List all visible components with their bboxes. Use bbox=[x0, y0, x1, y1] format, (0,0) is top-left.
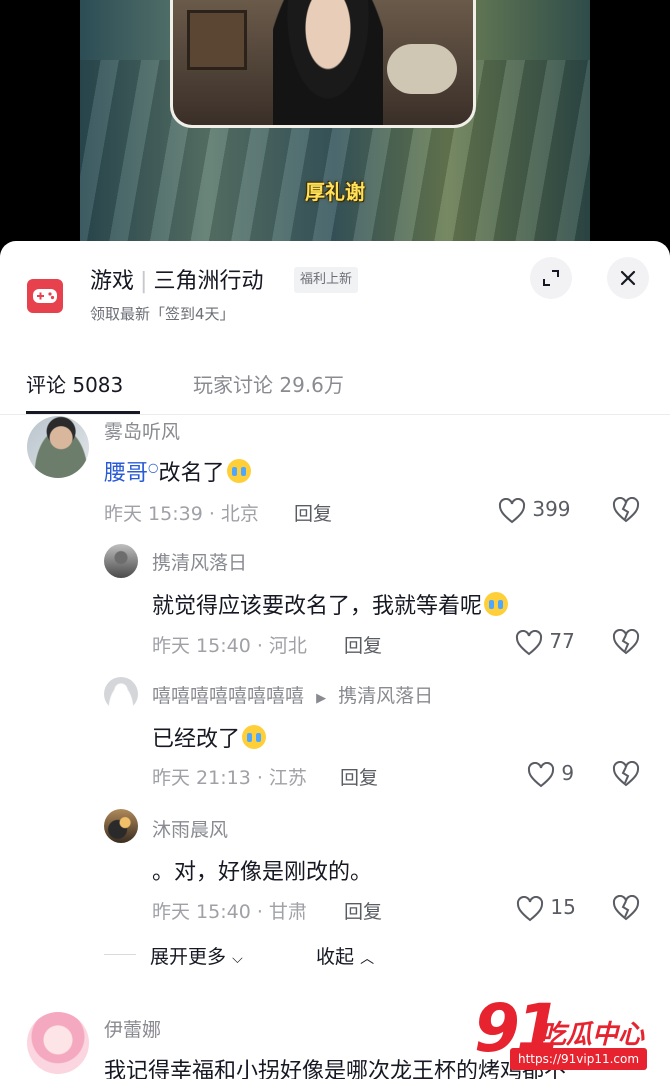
close-button[interactable] bbox=[607, 257, 649, 299]
reply-username[interactable]: 沐雨晨风 bbox=[152, 815, 228, 842]
collapse-label: 收起 bbox=[316, 946, 355, 968]
tab-comments[interactable]: 评论 5083 bbox=[26, 369, 123, 398]
comment-meta: 昨天 15:39 · 北京 bbox=[104, 503, 259, 525]
like-button[interactable]: 15 bbox=[516, 895, 576, 922]
video-caption: 厚礼谢 bbox=[305, 180, 365, 204]
mention-link[interactable]: 腰哥 bbox=[104, 461, 148, 486]
reply-body: 就觉得应该要改名了，我就等着呢 bbox=[152, 594, 483, 619]
game-subtitle[interactable]: 领取最新「签到4天」 bbox=[90, 303, 235, 324]
reply-text: 就觉得应该要改名了，我就等着呢 bbox=[152, 588, 509, 620]
dislike-button[interactable] bbox=[612, 628, 640, 655]
reply-button[interactable]: 回复 bbox=[340, 763, 378, 790]
expand-more-button[interactable]: 展开更多 ⌵ bbox=[150, 942, 243, 969]
game-title[interactable]: 游戏 | 三角洲行动 bbox=[90, 263, 263, 295]
avatar[interactable] bbox=[104, 544, 138, 578]
game-category: 游戏 bbox=[90, 269, 135, 294]
reply-button[interactable]: 回复 bbox=[294, 499, 332, 526]
game-header[interactable]: 游戏 | 三角洲行动 福利上新 领取最新「签到4天」 bbox=[0, 241, 670, 341]
search-icon[interactable]: ○ bbox=[148, 461, 158, 475]
reply-username[interactable]: 携清风落日 bbox=[152, 548, 247, 575]
like-count: 77 bbox=[549, 629, 575, 653]
reply-username: 嘻嘻嘻嘻嘻嘻嘻嘻 ▶ 携清风落日 bbox=[152, 681, 433, 708]
avatar[interactable] bbox=[104, 809, 138, 843]
expand-more-label: 展开更多 bbox=[150, 946, 227, 968]
heart-icon bbox=[516, 895, 544, 921]
dislike-button[interactable] bbox=[612, 496, 640, 523]
expand-button[interactable] bbox=[530, 257, 572, 299]
watermark-url: https://91vip11.com bbox=[510, 1048, 648, 1070]
reply-meta: 昨天 15:40 · 甘肃 bbox=[152, 901, 307, 923]
comment-username[interactable]: 雾岛听风 bbox=[104, 417, 180, 444]
video-inset-frame bbox=[170, 0, 476, 128]
watermark-brand: 吃瓜中心 bbox=[540, 1020, 645, 1050]
video-player[interactable]: 厚礼谢 bbox=[0, 0, 670, 262]
reply-username-text[interactable]: 嘻嘻嘻嘻嘻嘻嘻嘻 bbox=[152, 685, 304, 707]
heart-icon bbox=[515, 629, 543, 655]
broken-heart-icon bbox=[612, 894, 640, 921]
expand-divider bbox=[104, 954, 136, 955]
comment-username[interactable]: 伊蕾娜 bbox=[104, 1015, 161, 1042]
video-person-shape bbox=[273, 0, 383, 125]
chevron-down-icon: ⌵ bbox=[232, 951, 243, 967]
game-name: 三角洲行动 bbox=[153, 269, 264, 294]
broken-heart-icon bbox=[612, 496, 640, 523]
like-button[interactable]: 77 bbox=[515, 629, 575, 656]
crying-emoji-icon bbox=[484, 592, 509, 616]
heart-icon bbox=[498, 497, 526, 523]
reply-arrow-icon: ▶ bbox=[316, 691, 327, 706]
reply-meta: 昨天 21:13 · 江苏 bbox=[152, 767, 307, 789]
heart-icon bbox=[527, 761, 555, 787]
crying-emoji-icon bbox=[226, 459, 251, 483]
dislike-button[interactable] bbox=[612, 760, 640, 787]
gamepad-icon bbox=[27, 279, 63, 313]
avatar[interactable] bbox=[27, 416, 89, 478]
active-tab-indicator bbox=[26, 411, 140, 414]
reply-body: 已经改了 bbox=[152, 727, 241, 752]
reply-text: 已经改了 bbox=[152, 721, 267, 753]
watermark-logo: 91 吃瓜中心 https://91vip11.com bbox=[466, 990, 670, 1079]
like-count: 9 bbox=[561, 761, 575, 785]
dislike-button[interactable] bbox=[612, 894, 640, 921]
collapse-button[interactable]: 收起 ︿ bbox=[316, 942, 374, 969]
comment-sheet: 游戏 | 三角洲行动 福利上新 领取最新「签到4天」 评论 5083 玩家讨论 29… bbox=[0, 241, 670, 1079]
avatar[interactable] bbox=[27, 1012, 89, 1074]
reply-button[interactable]: 回复 bbox=[344, 897, 382, 924]
default-avatar-icon[interactable] bbox=[104, 677, 138, 711]
expand-icon bbox=[543, 270, 559, 286]
video-shelf-shape bbox=[187, 10, 247, 70]
reply-target-username[interactable]: 携清风落日 bbox=[338, 685, 433, 707]
like-count: 399 bbox=[532, 497, 571, 521]
reply-text: 。对，好像是刚改的。 bbox=[152, 860, 373, 885]
comment-tabs: 评论 5083 玩家讨论 29.6万 bbox=[0, 351, 670, 415]
chevron-up-icon: ︿ bbox=[360, 951, 375, 967]
like-count: 15 bbox=[550, 895, 576, 919]
broken-heart-icon bbox=[612, 628, 640, 655]
like-button[interactable]: 399 bbox=[498, 497, 571, 524]
video-pillow-shape bbox=[387, 44, 457, 94]
crying-emoji-icon bbox=[242, 725, 267, 749]
comment-body: 改名了 bbox=[158, 461, 225, 486]
tab-player-discussion[interactable]: 玩家讨论 29.6万 bbox=[193, 369, 344, 398]
comment-text: 腰哥○改名了 bbox=[104, 455, 251, 487]
reply-meta: 昨天 15:40 · 河北 bbox=[152, 635, 307, 657]
reply-button[interactable]: 回复 bbox=[344, 631, 382, 658]
close-icon bbox=[620, 270, 636, 286]
broken-heart-icon bbox=[612, 760, 640, 787]
title-divider: | bbox=[140, 269, 148, 294]
welfare-badge[interactable]: 福利上新 bbox=[294, 267, 359, 293]
like-button[interactable]: 9 bbox=[527, 761, 574, 788]
